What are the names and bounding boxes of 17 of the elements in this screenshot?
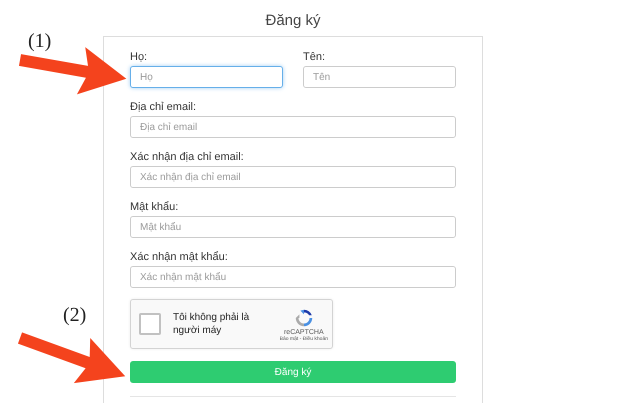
input-field[interactable]: Tên [303,66,456,88]
input-field[interactable]: Họ [130,66,283,88]
annotation-label: (2) [63,304,86,327]
field-label: Họ: [130,50,148,64]
field-label: Mật khẩu: [130,200,180,214]
annotation-label: (1) [28,30,52,53]
field-label: Địa chỉ email: [130,100,198,114]
input-field[interactable]: Địa chỉ email [130,116,456,138]
input-field[interactable]: Mật khẩu [130,216,456,238]
input-field[interactable]: Xác nhận địa chỉ email [130,166,456,188]
captcha-label: Tôi không phải là người máy [173,311,250,337]
field-label: Xác nhận mật khẩu: [130,250,229,264]
input-field[interactable]: Xác nhận mật khẩu [130,266,456,288]
field-label: Tên: [303,50,326,64]
captcha-checkbox[interactable] [139,313,161,335]
field-label: Xác nhận địa chỉ email: [130,150,245,164]
form-title: Đăng ký [264,11,322,31]
